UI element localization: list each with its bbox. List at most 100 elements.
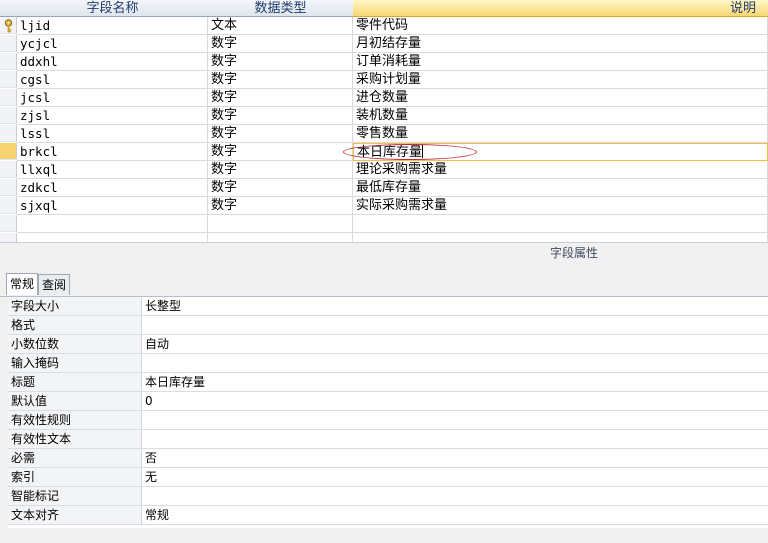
row-selector[interactable]: [0, 125, 17, 142]
property-value-input[interactable]: [142, 411, 768, 429]
description-cell[interactable]: 零件代码: [353, 17, 768, 35]
description-cell[interactable]: 本日库存量: [353, 143, 768, 161]
field-name-cell[interactable]: llxql: [17, 161, 208, 179]
field-name-cell-text: llxql: [20, 162, 58, 177]
tab-lookup[interactable]: 查阅: [38, 274, 71, 295]
property-value-input[interactable]: 无: [142, 468, 768, 486]
field-name-cell[interactable]: zdkcl: [17, 179, 208, 197]
description-cell[interactable]: 采购计划量: [353, 71, 768, 89]
data-type-cell[interactable]: 数字: [208, 197, 353, 215]
row-selector[interactable]: [0, 17, 17, 34]
field-name-cell-text: lssl: [20, 126, 51, 141]
text-cursor: [422, 145, 424, 158]
description-cell-text: 月初结存量: [356, 36, 422, 51]
property-value-input[interactable]: [142, 354, 768, 372]
property-value-input[interactable]: 本日库存量: [142, 373, 768, 391]
description-cell[interactable]: 实际采购需求量: [353, 197, 768, 215]
property-label: 标题: [8, 373, 142, 391]
data-type-cell-text: 数字: [211, 72, 238, 87]
description-cell-text: 本日库存量: [357, 145, 423, 160]
property-label: 小数位数: [8, 335, 142, 353]
row-selector[interactable]: [0, 161, 17, 178]
description-cell-text: 实际采购需求量: [356, 198, 448, 213]
property-label: 字段大小: [8, 297, 142, 315]
data-type-cell[interactable]: 数字: [208, 89, 353, 107]
property-value-input[interactable]: [142, 316, 768, 334]
description-cell[interactable]: 月初结存量: [353, 35, 768, 53]
property-row: 标题 本日库存量: [8, 373, 768, 392]
description-cell[interactable]: 最低库存量: [353, 179, 768, 197]
row-selector[interactable]: [0, 143, 17, 160]
data-type-cell[interactable]: 数字: [208, 161, 353, 179]
row-selector[interactable]: [0, 107, 17, 124]
data-type-cell-text: 数字: [211, 108, 238, 123]
property-label: 有效性文本: [8, 430, 142, 448]
data-type-cell-text: 文本: [211, 18, 238, 33]
data-type-cell[interactable]: 数字: [208, 179, 353, 197]
property-value-input[interactable]: 长整型: [142, 297, 768, 315]
field-name-cell[interactable]: jcsl: [17, 89, 208, 107]
column-header-field-name[interactable]: 字段名称: [17, 0, 208, 17]
property-value-input[interactable]: 0: [142, 392, 768, 410]
description-cell[interactable]: 装机数量: [353, 107, 768, 125]
property-value-input[interactable]: 否: [142, 449, 768, 467]
field-name-cell[interactable]: ddxhl: [17, 53, 208, 71]
description-cell[interactable]: 进仓数量: [353, 89, 768, 107]
description-cell-text: 订单消耗量: [356, 54, 422, 69]
property-row: 有效性文本: [8, 430, 768, 449]
field-name-cell-text: zdkcl: [20, 180, 58, 195]
data-type-cell[interactable]: 数字: [208, 53, 353, 71]
field-name-cell-text: sjxql: [20, 198, 58, 213]
row-selector[interactable]: [0, 197, 17, 214]
field-name-cell[interactable]: ljid: [17, 17, 208, 35]
property-row: 默认值 0: [8, 392, 768, 411]
row-selector-header: [0, 0, 17, 17]
row-selector[interactable]: [0, 35, 17, 52]
data-type-cell[interactable]: [208, 215, 353, 233]
row-selector[interactable]: [0, 179, 17, 196]
data-type-cell[interactable]: 数字: [208, 35, 353, 53]
row-selector[interactable]: [0, 71, 17, 88]
data-type-cell[interactable]: 数字: [208, 107, 353, 125]
field-name-cell[interactable]: cgsl: [17, 71, 208, 89]
field-name-cell-text: brkcl: [20, 144, 58, 159]
description-cell-text: 零件代码: [356, 18, 409, 33]
field-name-cell-text: jcsl: [20, 90, 51, 105]
description-cell[interactable]: 零售数量: [353, 125, 768, 143]
data-type-cell-text: 数字: [211, 54, 238, 69]
field-name-cell[interactable]: sjxql: [17, 197, 208, 215]
data-type-cell[interactable]: 数字: [208, 125, 353, 143]
data-type-cell[interactable]: 数字: [208, 71, 353, 89]
description-cell-text: 装机数量: [356, 108, 409, 123]
field-name-cell[interactable]: [17, 215, 208, 233]
property-value-input[interactable]: [142, 430, 768, 448]
property-label: 输入掩码: [8, 354, 142, 372]
tab-general[interactable]: 常规: [6, 273, 39, 295]
data-type-cell-text: 数字: [211, 126, 238, 141]
data-type-cell-text: 数字: [211, 180, 238, 195]
property-row: 索引无: [8, 468, 768, 487]
column-header-data-type[interactable]: 数据类型: [208, 0, 353, 17]
property-value-input[interactable]: [142, 487, 768, 505]
data-type-cell-text: 数字: [211, 90, 238, 105]
row-selector[interactable]: [0, 89, 17, 106]
description-cell-text: 最低库存量: [356, 180, 422, 195]
data-type-cell[interactable]: 数字: [208, 143, 353, 161]
field-name-cell[interactable]: zjsl: [17, 107, 208, 125]
column-header-description[interactable]: 说明: [353, 0, 768, 17]
data-type-cell[interactable]: 文本: [208, 17, 353, 35]
field-name-cell[interactable]: brkcl: [17, 143, 208, 161]
description-cell-text: 进仓数量: [356, 90, 409, 105]
field-name-cell[interactable]: ycjcl: [17, 35, 208, 53]
row-selector[interactable]: [0, 215, 17, 232]
description-cell[interactable]: 理论采购需求量: [353, 161, 768, 179]
property-value-input[interactable]: 自动: [142, 335, 768, 353]
row-selector[interactable]: [0, 53, 17, 70]
property-label: 智能标记: [8, 487, 142, 505]
field-name-cell[interactable]: lssl: [17, 125, 208, 143]
description-cell[interactable]: 订单消耗量: [353, 53, 768, 71]
description-cell[interactable]: [353, 215, 768, 233]
description-cell-text: 理论采购需求量: [356, 162, 448, 177]
data-type-cell-text: 数字: [211, 144, 238, 159]
property-value-input[interactable]: 常规: [142, 506, 768, 524]
